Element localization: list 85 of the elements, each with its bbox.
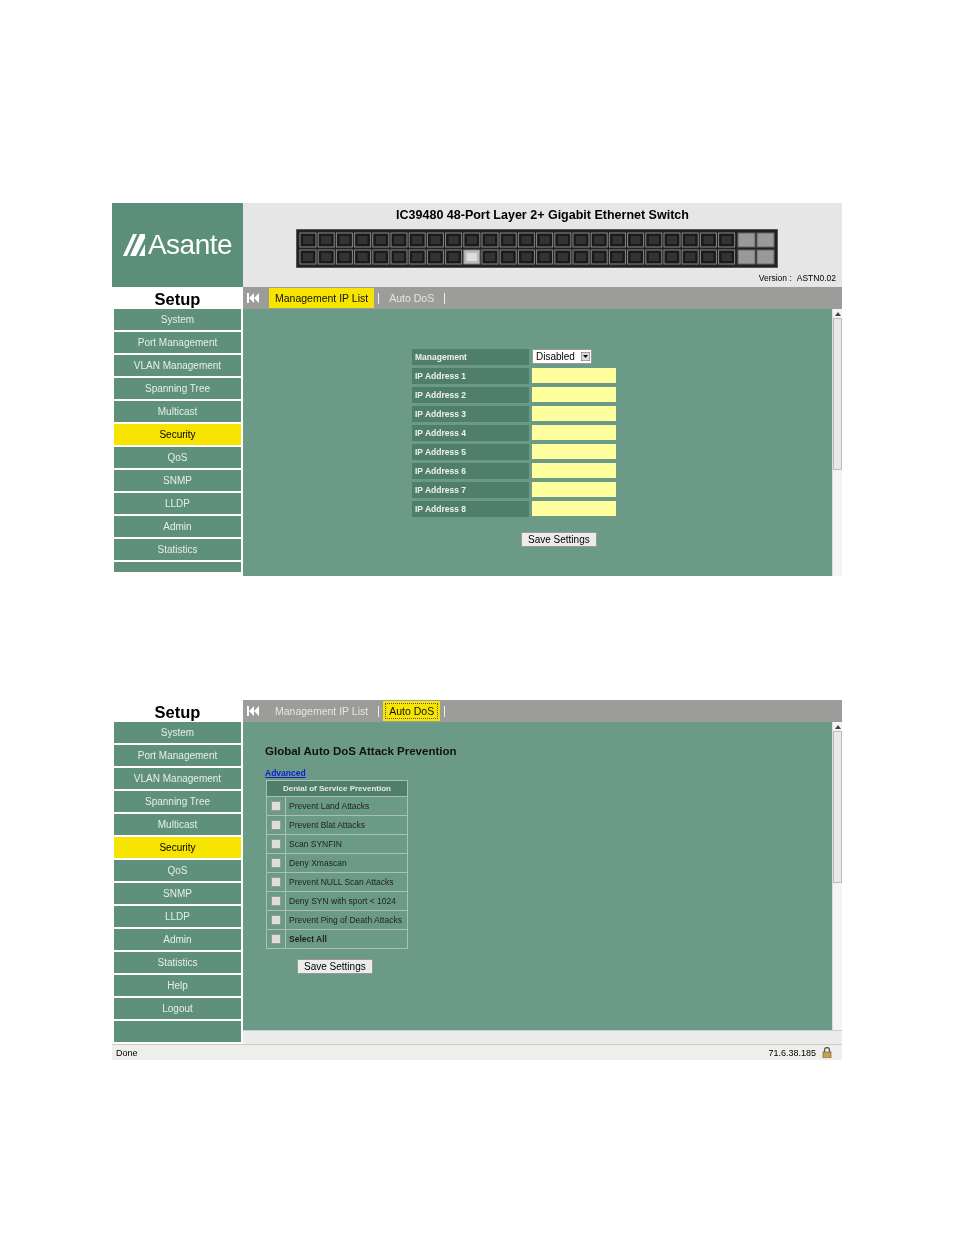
first-page-icon[interactable] <box>247 293 259 303</box>
checkbox[interactable] <box>271 877 281 887</box>
tab[interactable]: Auto DoS <box>383 288 441 308</box>
input-field[interactable] <box>532 368 616 383</box>
field-label: IP Address 3 <box>412 406 529 422</box>
sidebar-item[interactable]: QoS <box>114 860 241 881</box>
tab[interactable]: Auto DoS <box>383 701 441 721</box>
input-field[interactable] <box>532 463 616 478</box>
sidebar-item[interactable]: Spanning Tree <box>114 791 241 812</box>
sidebar-item[interactable]: VLAN Management <box>114 768 241 789</box>
version-value: ASTN0.02 <box>796 273 836 283</box>
tab[interactable]: Management IP List <box>269 288 375 308</box>
input-field[interactable] <box>532 482 616 497</box>
first-page-icon[interactable] <box>247 706 259 716</box>
checkbox[interactable] <box>271 839 281 849</box>
sidebar-item[interactable]: Port Management <box>114 332 241 353</box>
scroll-up-icon[interactable] <box>834 725 841 729</box>
field-label: IP Address 8 <box>412 501 529 517</box>
sidebar-item[interactable]: Statistics <box>114 539 241 560</box>
field-label: IP Address 1 <box>412 368 529 384</box>
field-label: IP Address 5 <box>412 444 529 460</box>
horizontal-scrollbar[interactable] <box>243 1030 842 1044</box>
sidebar-item[interactable]: Security <box>114 837 241 858</box>
advanced-link[interactable]: Advanced <box>265 768 306 778</box>
option-label: Deny Xmascan <box>288 857 347 870</box>
input-field[interactable] <box>532 425 616 440</box>
caret-icon <box>581 352 590 361</box>
sidebar-item[interactable]: SNMP <box>114 883 241 904</box>
sidebar-item[interactable]: Port Management <box>114 745 241 766</box>
checkbox[interactable] <box>271 820 281 830</box>
scroll-up-icon[interactable] <box>834 312 841 316</box>
sidebar-item[interactable]: System <box>114 309 241 330</box>
vertical-scrollbar[interactable] <box>832 309 842 576</box>
option-label: Select All <box>288 933 327 946</box>
option-label: Prevent NULL Scan Attacks <box>288 876 394 889</box>
sidebar-item[interactable]: Admin <box>114 516 241 537</box>
option-label: Deny SYN with sport < 1024 <box>288 895 396 908</box>
vertical-scrollbar[interactable] <box>832 722 842 1030</box>
input-field[interactable] <box>532 406 616 421</box>
management-select[interactable]: Disabled <box>532 349 592 364</box>
sidebar-item[interactable]: LLDP <box>114 493 241 514</box>
field-label: IP Address 7 <box>412 482 529 498</box>
page-heading: Global Auto DoS Attack Prevention <box>265 745 458 757</box>
field-label: IP Address 2 <box>412 387 529 403</box>
sidebar-item[interactable]: Multicast <box>114 814 241 835</box>
sidebar-item[interactable]: Spanning Tree <box>114 378 241 399</box>
version-label: Version : <box>758 273 792 283</box>
tab[interactable]: Management IP List <box>269 701 375 721</box>
field-label: IP Address 4 <box>412 425 529 441</box>
status-text: Done <box>116 1047 138 1058</box>
sidebar-item[interactable]: Statistics <box>114 952 241 973</box>
sidebar-item[interactable]: System <box>114 722 241 743</box>
table-header: Denial of Service Prevention <box>267 781 407 796</box>
field-label: Management <box>412 349 529 365</box>
checkbox[interactable] <box>271 801 281 811</box>
sidebar-title: Setup <box>153 289 202 309</box>
sidebar-item[interactable]: VLAN Management <box>114 355 241 376</box>
input-field[interactable] <box>532 444 616 459</box>
sidebar-item[interactable]: Help <box>114 975 241 996</box>
input-field[interactable] <box>532 501 616 516</box>
sidebar-item[interactable]: Security <box>114 424 241 445</box>
sidebar-item[interactable]: LLDP <box>114 906 241 927</box>
sidebar-item[interactable]: SNMP <box>114 470 241 491</box>
checkbox[interactable] <box>271 858 281 868</box>
input-field[interactable] <box>532 387 616 402</box>
logo-icon <box>122 234 145 256</box>
save-button[interactable]: Save Settings <box>297 959 373 974</box>
logo-text: Asante <box>147 229 233 261</box>
sidebar-item[interactable]: Logout <box>114 998 241 1019</box>
option-label: Prevent Ping of Death Attacks <box>288 914 402 927</box>
checkbox[interactable] <box>271 934 281 944</box>
ip-address: 71.6.38.185 <box>768 1047 816 1058</box>
sidebar-item[interactable]: QoS <box>114 447 241 468</box>
sidebar-item[interactable]: Admin <box>114 929 241 950</box>
field-label: IP Address 6 <box>412 463 529 479</box>
option-label: Scan SYNFIN <box>288 838 342 851</box>
lock-icon <box>822 1047 832 1058</box>
checkbox[interactable] <box>271 915 281 925</box>
checkbox[interactable] <box>271 896 281 906</box>
sidebar-item[interactable]: Multicast <box>114 401 241 422</box>
device-title: IC39480 48-Port Layer 2+ Gigabit Ethernet Switch <box>396 208 689 222</box>
sidebar-title: Setup <box>153 702 202 722</box>
save-button[interactable]: Save Settings <box>521 532 597 547</box>
option-label: Prevent Land Attacks <box>288 800 370 813</box>
option-label: Prevent Blat Attacks <box>288 819 366 832</box>
